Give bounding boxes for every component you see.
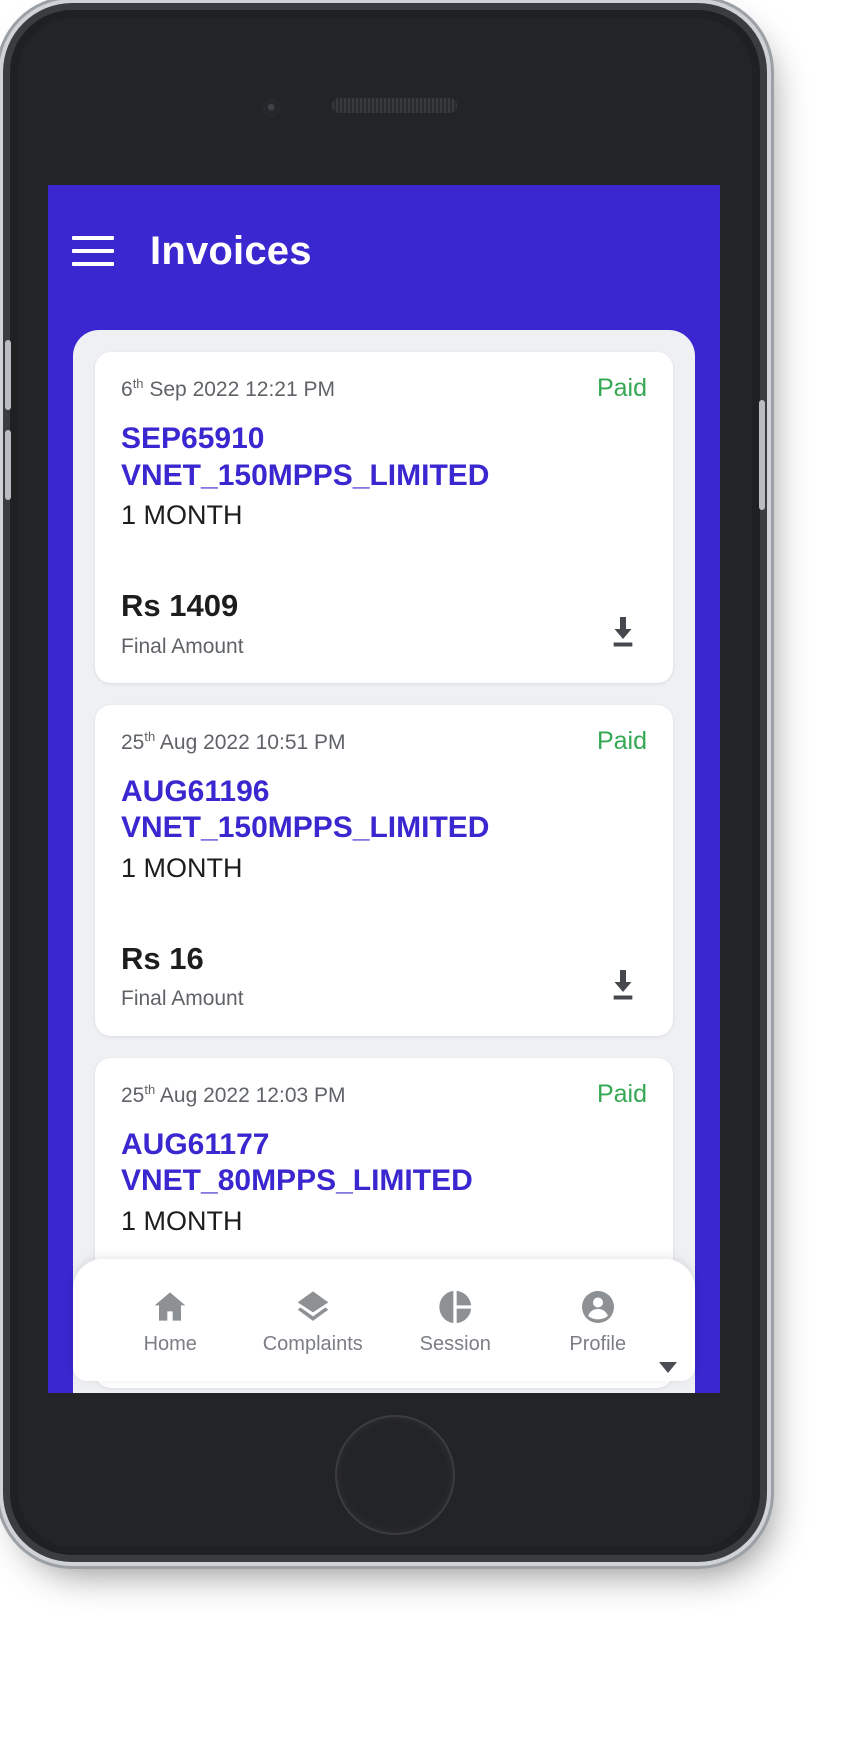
nav-label-session: Session [419,1332,491,1355]
download-icon-svg [613,969,633,999]
page-title: Invoices [150,228,312,273]
invoice-card[interactable]: 25th Aug 2022 10:51 PM Paid AUG61196 VNE… [95,704,673,1036]
hamburger-menu-icon[interactable] [72,236,114,266]
nav-label-profile: Profile [569,1332,627,1355]
invoice-amount-block: Rs 1409 Final Amount [121,587,244,658]
invoice-footer-row: Rs 16 Final Amount [121,940,647,1011]
invoice-date-day: 25 [121,730,145,754]
invoice-header-row: 6th Sep 2022 12:21 PM Paid [121,374,647,402]
nav-item-complaints[interactable]: Complaints [261,1287,365,1354]
invoice-date-ordinal: th [144,1081,156,1097]
menu-bar-1 [72,236,114,240]
invoice-date: 6th Sep 2022 12:21 PM [121,376,336,401]
layers-icon [297,1290,329,1321]
invoice-amount: Rs 1409 [121,588,239,624]
invoice-duration: 1 MONTH [121,1205,243,1236]
invoice-plan[interactable]: VNET_80MPPS_LIMITED [121,1163,647,1200]
invoice-number[interactable]: AUG61196 [121,774,647,811]
phone-screen: Invoices 6th Sep 2022 12:21 PM Paid SEP6… [48,185,720,1393]
invoice-date: 25th Aug 2022 10:51 PM [121,728,346,754]
invoice-date-rest: Aug 2022 10:51 PM [155,730,346,754]
invoice-card[interactable]: 6th Sep 2022 12:21 PM Paid SEP65910 VNET… [95,352,673,683]
invoice-date-rest: Aug 2022 12:03 PM [155,1083,346,1107]
invoice-amount-label: Final Amount [121,987,244,1011]
invoice-date-ordinal: th [132,376,144,391]
download-icon[interactable] [603,611,643,653]
home-hardware-button[interactable] [335,1415,455,1535]
invoice-amount-block: Rs 16 Final Amount [121,940,244,1011]
invoice-amount-label: Final Amount [121,634,244,658]
nav-item-profile[interactable]: Profile [546,1287,650,1354]
invoice-date-day: 6 [121,378,133,401]
phone-device-frame: Invoices 6th Sep 2022 12:21 PM Paid SEP6… [5,10,765,1555]
invoice-plan[interactable]: VNET_150MPPS_LIMITED [121,458,647,495]
invoice-date-rest: Sep 2022 12:21 PM [143,378,336,401]
invoice-footer-row: Rs 1409 Final Amount [121,587,647,658]
download-icon-svg [613,616,633,647]
invoice-amount: Rs 16 [121,941,204,977]
invoice-plan[interactable]: VNET_150MPPS_LIMITED [121,810,647,847]
nav-label-home: Home [143,1332,197,1355]
content-sheet: 6th Sep 2022 12:21 PM Paid SEP65910 VNET… [73,330,695,1393]
invoice-header-row: 25th Aug 2022 10:51 PM Paid [121,726,647,755]
status-badge: Paid [596,1079,647,1108]
invoice-duration: 1 MONTH [121,500,243,531]
menu-bar-3 [72,262,114,266]
chevron-down-icon[interactable] [659,1362,677,1373]
volume-up-button[interactable] [5,340,11,410]
earpiece-speaker [332,98,457,113]
nav-label-complaints: Complaints [262,1332,363,1355]
pie-chart-icon [439,1290,472,1323]
volume-down-button[interactable] [5,430,11,500]
home-icon [154,1291,186,1321]
person-icon [581,1290,614,1323]
invoice-list[interactable]: 6th Sep 2022 12:21 PM Paid SEP65910 VNET… [73,330,695,1393]
invoice-number[interactable]: SEP65910 [121,421,647,458]
app-bar: Invoices [48,185,720,313]
power-button[interactable] [759,400,765,510]
invoice-date-day: 25 [121,1083,145,1107]
nav-item-session[interactable]: Session [403,1287,507,1354]
front-camera-icon [265,101,278,114]
bottom-navigation-bar: Home Complaints Session Profile [73,1259,695,1381]
download-icon[interactable] [603,964,643,1006]
invoice-date-ordinal: th [144,728,156,744]
nav-item-home[interactable]: Home [118,1287,222,1354]
invoice-date: 25th Aug 2022 12:03 PM [121,1081,346,1107]
invoice-header-row: 25th Aug 2022 12:03 PM Paid [121,1079,647,1108]
menu-bar-2 [72,249,114,253]
status-badge: Paid [596,374,647,402]
status-badge: Paid [596,726,647,755]
invoice-number[interactable]: AUG61177 [121,1127,647,1164]
invoice-duration: 1 MONTH [121,853,243,884]
